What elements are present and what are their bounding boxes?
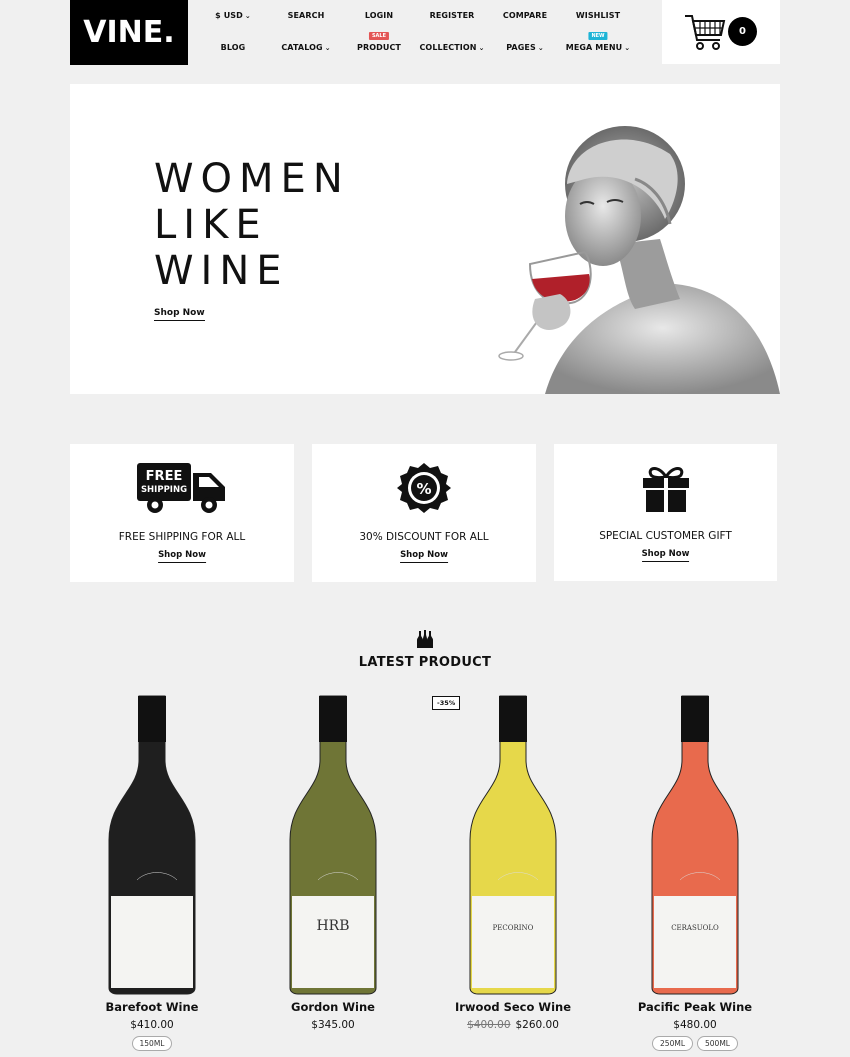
chevron-down-icon: ⌄ <box>324 44 331 52</box>
product-current-price: $480.00 <box>673 1019 717 1031</box>
cart-icon[interactable] <box>684 12 726 52</box>
nav-item-label: COMPARE <box>502 11 548 20</box>
nav-item-product[interactable]: PRODUCT <box>357 43 401 52</box>
nav-item-collection[interactable]: COLLECTION ⌄ <box>419 43 484 52</box>
truck-icon-text-1: FREE <box>146 469 183 484</box>
nav-item-label: COLLECTION <box>419 43 477 52</box>
nav-item-usd[interactable]: $ USD ⌄ <box>215 11 251 20</box>
product-size-options: 150ML <box>67 1036 237 1051</box>
product-bottle-image[interactable] <box>67 690 237 995</box>
nav-item-label: LOGIN <box>364 11 394 20</box>
bottle-label-text: CERASUOLO <box>671 924 719 932</box>
feature-title: SPECIAL CUSTOMER GIFT <box>599 530 732 542</box>
hero-woman-image <box>498 126 780 394</box>
site-logo[interactable]: VINE. <box>70 0 188 65</box>
chevron-down-icon: ⌄ <box>537 44 544 52</box>
product-current-price: $345.00 <box>311 1019 355 1031</box>
wine-bottles-icon <box>417 630 433 648</box>
discount-badge: -35% <box>432 696 461 710</box>
product-name[interactable]: Gordon Wine <box>248 1000 418 1014</box>
product-current-price: $410.00 <box>130 1019 174 1031</box>
chevron-down-icon: ⌄ <box>244 12 251 20</box>
truck-icon: FREE SHIPPING <box>137 463 225 513</box>
bottle-label-text: PECORINO <box>493 924 534 932</box>
cart-count-badge[interactable]: 0 <box>728 17 757 46</box>
nav-item-blog[interactable]: BLOG <box>221 43 246 52</box>
chevron-down-icon: ⌄ <box>478 44 485 52</box>
product-size-options: 250ML 500ML <box>610 1036 780 1051</box>
nav-item-label: BLOG <box>220 43 246 52</box>
feature-title: FREE SHIPPING FOR ALL <box>118 531 246 543</box>
product-bottle-image[interactable]: PECORINO <box>428 690 598 995</box>
nav-item-label: WISHLIST <box>575 11 621 20</box>
discount-badge-icon: % <box>397 463 451 513</box>
new-badge: NEW <box>588 32 608 40</box>
nav-item-search[interactable]: SEARCH <box>288 11 325 20</box>
nav-item-compare[interactable]: COMPARE <box>503 11 547 20</box>
hero-title-line: LIKE <box>154 202 268 248</box>
nav-item-label: CATALOG <box>281 43 323 52</box>
feature-gift: SPECIAL CUSTOMER GIFT Shop Now <box>554 444 777 581</box>
product-bottle-image[interactable]: HRB <box>248 690 418 995</box>
product-name[interactable]: Barefoot Wine <box>67 1000 237 1014</box>
nav-item-mega-menu[interactable]: MEGA MENU ⌄ <box>566 43 630 52</box>
product-current-price: $260.00 <box>515 1019 559 1031</box>
feature-shop-now-link[interactable]: Shop Now <box>158 550 206 563</box>
hero-title: WOMEN LIKE WINE <box>154 156 350 294</box>
discount-icon-text: % <box>416 480 431 498</box>
product-price: $410.00 <box>67 1019 237 1031</box>
hero-banner: WOMEN LIKE WINE Shop Now <box>70 84 780 394</box>
feature-discount: % 30% DISCOUNT FOR ALL Shop Now <box>312 444 536 582</box>
product-old-price: $400.00 <box>467 1019 511 1031</box>
size-option[interactable]: 150ML <box>131 1036 173 1051</box>
nav-item-wishlist[interactable]: WISHLIST <box>576 11 620 20</box>
hero-title-line: WINE <box>154 248 289 294</box>
nav-item-catalog[interactable]: CATALOG ⌄ <box>281 43 330 52</box>
hero-title-line: WOMEN <box>154 156 350 202</box>
gift-icon <box>642 467 689 512</box>
truck-icon-text-2: SHIPPING <box>141 485 187 495</box>
nav-item-pages[interactable]: PAGES ⌄ <box>506 43 544 52</box>
feature-shop-now-link[interactable]: Shop Now <box>400 550 448 563</box>
nav-item-label: REGISTER <box>429 11 475 20</box>
feature-title: 30% DISCOUNT FOR ALL <box>359 531 489 543</box>
nav-item-label: $ USD <box>215 11 243 20</box>
nav-item-register[interactable]: REGISTER <box>430 11 475 20</box>
product-price: $480.00 <box>610 1019 780 1031</box>
nav-item-label: SEARCH <box>287 11 325 20</box>
size-option[interactable]: 250ML <box>652 1036 693 1051</box>
chevron-down-icon: ⌄ <box>624 44 631 52</box>
product-bottle-image[interactable]: CERASUOLO <box>610 690 780 995</box>
product-price: $345.00 <box>248 1019 418 1031</box>
bottle-label-text: HRB <box>316 918 349 934</box>
hero-shop-now-link[interactable]: Shop Now <box>154 308 205 321</box>
nav-item-label: MEGA MENU <box>565 43 623 52</box>
size-option[interactable]: 500ML <box>697 1036 738 1051</box>
feature-free-shipping: FREE SHIPPING FREE SHIPPING FOR ALL Shop… <box>70 444 294 582</box>
nav-item-label: PRODUCT <box>357 43 401 52</box>
sale-badge: SALE <box>368 32 390 40</box>
nav-item-label: PAGES <box>506 43 536 52</box>
product-name[interactable]: Pacific Peak Wine <box>610 1000 780 1014</box>
product-name[interactable]: Irwood Seco Wine <box>428 1000 598 1014</box>
latest-product-title: LATEST PRODUCT <box>358 655 492 670</box>
nav-item-login[interactable]: LOGIN <box>365 11 393 20</box>
feature-shop-now-link[interactable]: Shop Now <box>641 549 690 562</box>
product-price: $400.00 $260.00 <box>428 1019 598 1031</box>
